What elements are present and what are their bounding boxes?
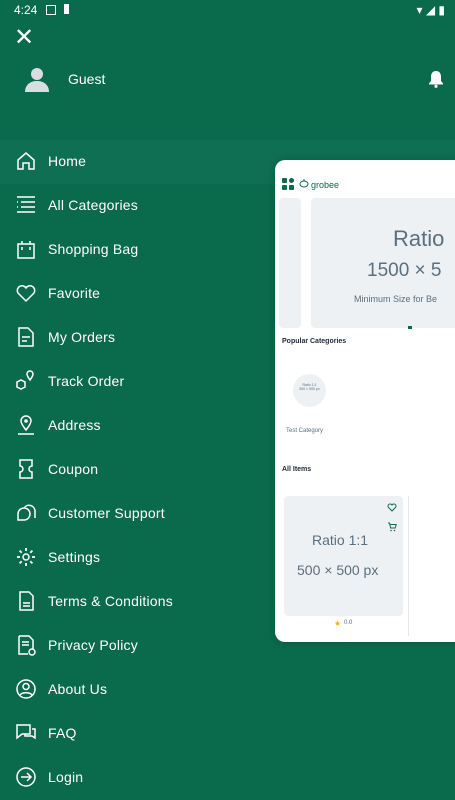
menu-label: Login xyxy=(48,769,84,785)
popular-categories-title: Popular Categories xyxy=(282,338,347,345)
menu-label: Track Order xyxy=(48,373,125,389)
heart-icon[interactable] xyxy=(387,502,397,512)
banner-line1: Ratio xyxy=(393,226,445,251)
menu-label: Favorite xyxy=(48,285,101,301)
product-rating: 0.0 xyxy=(344,620,353,626)
grid-icon xyxy=(282,178,294,190)
menu-item-login[interactable]: Login xyxy=(0,756,455,800)
menu-label: Shopping Bag xyxy=(48,241,139,257)
orders-icon xyxy=(18,327,34,347)
menu-label: My Orders xyxy=(48,329,116,345)
all-items-title: All Items xyxy=(282,466,312,473)
home-screen-preview[interactable]: grobee Ratio 1500 × 5 Minimum Size for B… xyxy=(275,160,455,642)
category-placeholder-2: 500 × 500 px xyxy=(299,387,320,391)
category-image[interactable]: Ratio 1:1 500 × 500 px xyxy=(293,374,326,407)
menu-label: Home xyxy=(48,153,87,169)
menu-label: Privacy Policy xyxy=(48,637,138,653)
banner-indicator xyxy=(408,326,412,329)
bag-icon xyxy=(17,241,35,259)
bell-icon[interactable] xyxy=(428,70,444,88)
user-name: Guest xyxy=(68,71,106,87)
menu-label: All Categories xyxy=(48,197,138,213)
close-icon[interactable]: ✕ xyxy=(14,26,34,50)
gear-icon xyxy=(17,548,35,566)
avatar xyxy=(25,68,49,92)
notification-icon xyxy=(46,5,56,15)
privacy-icon xyxy=(18,635,36,656)
menu-item-about-us[interactable]: About Us xyxy=(0,668,455,712)
divider xyxy=(408,496,409,636)
menu-label: Terms & Conditions xyxy=(48,593,173,609)
faq-icon xyxy=(16,724,36,740)
menu-label: Settings xyxy=(48,549,101,565)
menu-label: Coupon xyxy=(48,461,99,477)
support-icon xyxy=(17,504,36,521)
login-icon xyxy=(16,767,36,787)
location-icon xyxy=(18,415,34,435)
product-card[interactable]: Ratio 1:1 500 × 500 px xyxy=(284,496,403,616)
track-icon xyxy=(16,370,34,390)
star-icon: ★ xyxy=(334,619,342,628)
coupon-icon xyxy=(19,459,33,479)
menu-label: FAQ xyxy=(48,725,77,741)
about-icon xyxy=(16,679,36,699)
banner[interactable]: Ratio 1500 × 5 Minimum Size for Be xyxy=(311,198,455,328)
category-name[interactable]: Test Category xyxy=(286,428,323,434)
menu-label: About Us xyxy=(48,681,108,697)
product-placeholder-1: Ratio 1:1 xyxy=(312,532,369,548)
logo: grobee xyxy=(311,180,340,190)
categories-icon xyxy=(17,196,35,213)
preview-header: grobee xyxy=(275,160,455,196)
banner-line3: Minimum Size for Be xyxy=(354,294,438,304)
cart-icon[interactable] xyxy=(387,522,397,532)
menu-label: Customer Support xyxy=(48,505,165,521)
terms-icon xyxy=(19,591,34,611)
logo-icon xyxy=(299,179,309,188)
banner-previous xyxy=(279,198,301,328)
home-icon xyxy=(17,152,35,170)
banner-line2: 1500 × 5 xyxy=(367,260,442,281)
status-bar: 4:24 ▾ ◢ ▮ xyxy=(0,0,455,20)
menu-label: Address xyxy=(48,417,101,433)
status-time: 4:24 xyxy=(14,3,38,17)
product-placeholder-2: 500 × 500 px xyxy=(297,562,379,578)
menu-item-faq[interactable]: FAQ xyxy=(0,712,455,756)
sim-icon xyxy=(64,4,69,14)
signal-battery-icons: ▾ ◢ ▮ xyxy=(416,3,445,17)
heart-icon xyxy=(16,285,36,303)
